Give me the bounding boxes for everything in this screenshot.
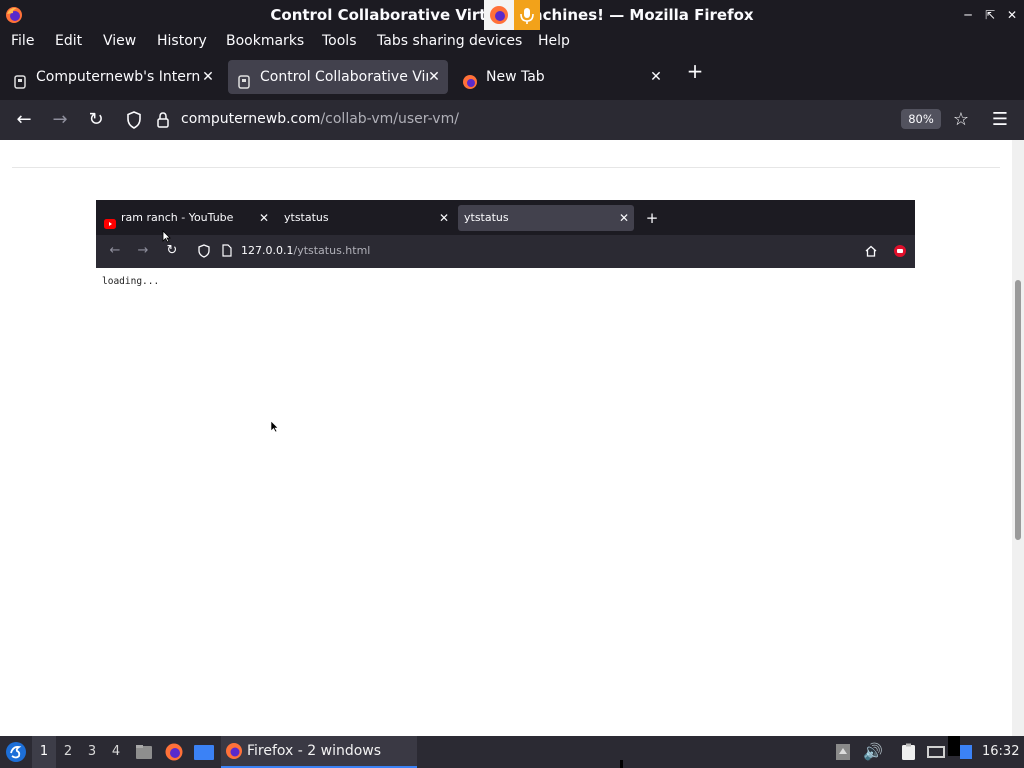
back-button[interactable]: ← <box>12 108 36 132</box>
mouse-pointer-icon <box>270 418 279 437</box>
vm-url-path: /ytstatus.html <box>293 244 371 257</box>
vm-navigation-toolbar: ← → ↻ 127.0.0.1/ytstatus.html <box>96 235 915 268</box>
close-tab-icon[interactable]: ✕ <box>426 60 442 94</box>
vm-close-tab-icon[interactable]: ✕ <box>618 205 630 231</box>
notification-popup <box>484 0 540 30</box>
youtube-icon <box>104 213 116 229</box>
forward-button[interactable]: → <box>48 108 72 132</box>
menu-help[interactable]: Help <box>538 30 570 54</box>
firefox-icon <box>462 69 478 89</box>
vm-screen[interactable]: ram ranch - YouTube ✕ ytstatus ✕ ytstatu… <box>96 200 915 736</box>
vm-cursor-icon <box>162 228 171 247</box>
workspace-3[interactable]: 3 <box>80 736 104 768</box>
firefox-launcher-icon[interactable] <box>164 742 184 762</box>
clipboard-icon[interactable] <box>899 742 919 762</box>
taskbar: 1 2 3 4 Firefox - 2 windows 🔊 16:32 <box>0 736 1024 768</box>
menu-tools[interactable]: Tools <box>322 30 357 54</box>
tab-new-tab[interactable]: New Tab ✕ <box>454 60 670 94</box>
tab-computernewb-internet[interactable]: Computernewb's Internet ✕ <box>4 60 220 94</box>
maximize-window-button[interactable]: ⇱ <box>980 5 1000 25</box>
vm-new-tab-button[interactable]: + <box>644 208 660 228</box>
firefox-icon <box>225 742 243 760</box>
task-label: Firefox - 2 windows <box>247 743 382 759</box>
file-manager-icon[interactable] <box>134 742 154 762</box>
workspace-1[interactable]: 1 <box>32 736 56 768</box>
tab-strip: Computernewb's Internet ✕ Control Collab… <box>0 54 1024 100</box>
vm-tab-ytstatus[interactable]: ytstatus ✕ <box>280 205 454 231</box>
navigation-toolbar: ← → ↻ computernewb.com/collab-vm/user-vm… <box>0 100 1024 140</box>
taskbar-firefox-window[interactable]: Firefox - 2 windows <box>221 736 417 768</box>
vm-back-button[interactable]: ← <box>106 242 124 260</box>
vm-tab-ram-ranch-youtube[interactable]: ram ranch - YouTube ✕ <box>100 205 276 231</box>
vm-close-tab-icon[interactable]: ✕ <box>438 205 450 231</box>
tab-label: Computernewb's Internet <box>36 69 200 85</box>
menu-history[interactable]: History <box>157 30 207 54</box>
desktop-icon[interactable] <box>193 742 215 762</box>
vm-extension-icon[interactable] <box>891 242 909 260</box>
bookmark-star-icon[interactable]: ☆ <box>949 108 973 132</box>
vm-url-domain: 127.0.0.1 <box>241 244 294 257</box>
vm-address-bar[interactable]: 127.0.0.1/ytstatus.html <box>241 235 370 268</box>
vm-page-icon[interactable] <box>218 242 236 260</box>
url-domain: computernewb.com <box>181 111 321 127</box>
vm-home-icon[interactable] <box>862 242 880 260</box>
close-window-button[interactable]: ✕ <box>1002 5 1022 25</box>
window-titlebar: Control Collaborative Virtual Machines! … <box>0 0 1024 30</box>
tray-blue-icon[interactable] <box>958 742 974 762</box>
microphone-indicator-icon[interactable] <box>514 0 540 30</box>
vm-tab-label: ram ranch - YouTube <box>121 211 234 224</box>
workspace-2[interactable]: 2 <box>56 736 80 768</box>
minimize-window-button[interactable]: ─ <box>958 5 978 25</box>
menu-view[interactable]: View <box>103 30 136 54</box>
vm-tab-strip: ram ranch - YouTube ✕ ytstatus ✕ ytstatu… <box>96 200 915 235</box>
site-icon <box>236 69 252 89</box>
close-tab-icon[interactable]: ✕ <box>200 60 216 94</box>
scrollbar-thumb[interactable] <box>1015 280 1021 540</box>
menu-file[interactable]: File <box>11 30 34 54</box>
divider <box>12 167 1000 168</box>
new-tab-button[interactable]: + <box>684 60 706 82</box>
tab-label: Control Collaborative Virtual Machines! <box>260 69 428 85</box>
reload-button[interactable]: ↻ <box>84 108 108 132</box>
start-menu-icon[interactable] <box>4 740 28 764</box>
menu-tabs-sharing-devices[interactable]: Tabs sharing devices <box>377 30 522 54</box>
vm-shield-icon[interactable] <box>195 242 213 260</box>
menu-bookmarks[interactable]: Bookmarks <box>226 30 304 54</box>
menu-edit[interactable]: Edit <box>55 30 82 54</box>
lock-icon[interactable] <box>151 108 175 132</box>
vm-close-tab-icon[interactable]: ✕ <box>258 205 270 231</box>
close-tab-icon[interactable]: ✕ <box>648 60 664 94</box>
vm-tab-label: ytstatus <box>284 211 329 224</box>
shield-icon[interactable] <box>122 108 146 132</box>
tray-up-icon[interactable] <box>835 742 855 762</box>
address-bar[interactable]: computernewb.com/collab-vm/user-vm/ <box>181 100 459 140</box>
vm-tab-label: ytstatus <box>464 211 509 224</box>
workspace-4[interactable]: 4 <box>104 736 128 768</box>
network-icon[interactable] <box>926 742 946 762</box>
tab-control-collaborative-vms[interactable]: Control Collaborative Virtual Machines! … <box>228 60 448 94</box>
menu-bar: File Edit View History Bookmarks Tools T… <box>0 30 1024 54</box>
clock: 16:32 <box>982 744 1020 759</box>
vm-page-text: loading... <box>102 276 160 287</box>
firefox-notification-icon <box>484 0 514 30</box>
hamburger-menu-icon[interactable]: ☰ <box>988 108 1012 132</box>
vm-forward-button[interactable]: → <box>134 242 152 260</box>
tab-label: New Tab <box>486 69 545 85</box>
volume-icon[interactable]: 🔊 <box>863 742 883 762</box>
url-path: /collab-vm/user-vm/ <box>320 111 459 127</box>
site-icon <box>12 69 28 89</box>
taskbar-marker <box>620 760 623 768</box>
vm-tab-ytstatus-active[interactable]: ytstatus ✕ <box>458 205 634 231</box>
zoom-level-badge[interactable]: 80% <box>901 109 941 129</box>
